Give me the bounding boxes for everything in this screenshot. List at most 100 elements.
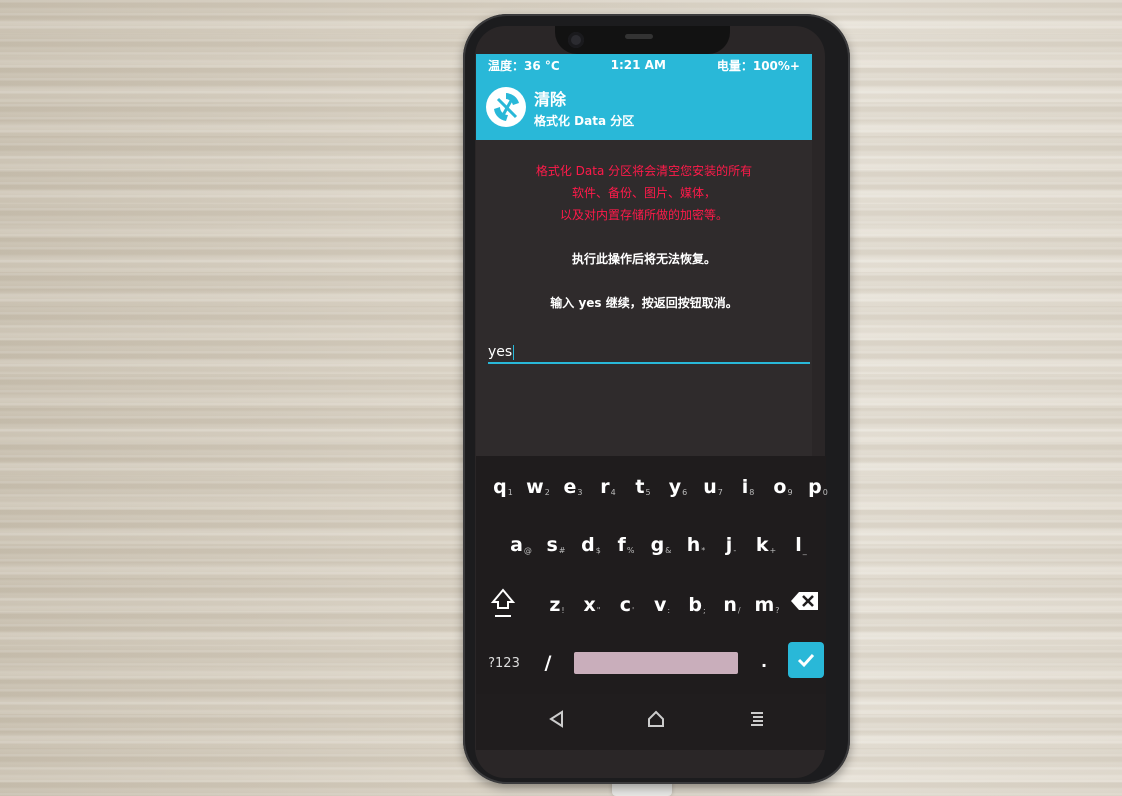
- key-label: d: [581, 534, 595, 556]
- key-label: o: [773, 476, 787, 498]
- backspace-icon: [791, 592, 818, 610]
- key-alt-label: /: [737, 606, 741, 615]
- key-n[interactable]: n/: [717, 594, 747, 616]
- key-label: y: [668, 476, 682, 498]
- shift-icon: [490, 588, 516, 617]
- back-icon: [549, 710, 563, 728]
- key-label: r: [600, 476, 610, 498]
- key-x[interactable]: x": [577, 594, 607, 616]
- key-q[interactable]: q1: [488, 476, 518, 498]
- key-w[interactable]: w2: [523, 476, 553, 498]
- key-label: e: [563, 476, 577, 498]
- confirm-input-value: yes: [488, 344, 515, 360]
- status-bar: 温度：36 °C 1:21 AM 电量：100%+: [476, 54, 812, 76]
- space-key[interactable]: [574, 652, 738, 674]
- key-c[interactable]: c': [612, 594, 642, 616]
- earpiece-speaker: [625, 34, 653, 39]
- key-alt-label: 6: [682, 488, 688, 497]
- key-j[interactable]: j-: [716, 534, 746, 556]
- key-m[interactable]: m?: [752, 594, 782, 616]
- menu-button[interactable]: [748, 710, 766, 732]
- key-label: v: [653, 594, 667, 616]
- key-alt-label: 7: [717, 488, 723, 497]
- menu-icon: [751, 712, 763, 726]
- warning-line-2: 软件、备份、图片、媒体，: [571, 186, 716, 200]
- key-alt-label: #: [558, 546, 566, 555]
- key-alt-label: 2: [544, 488, 550, 497]
- key-alt-label: ;: [702, 606, 706, 615]
- key-label: b: [688, 594, 702, 616]
- twrp-logo-icon: [486, 87, 526, 127]
- key-label: a: [510, 534, 523, 556]
- key-alt-label: !: [561, 606, 565, 615]
- key-alt-label: 3: [577, 488, 583, 497]
- key-v[interactable]: v:: [647, 594, 677, 616]
- key-alt-label: 4: [610, 488, 616, 497]
- key-z[interactable]: z!: [542, 594, 572, 616]
- front-camera: [568, 32, 584, 48]
- key-f[interactable]: f%: [611, 534, 641, 556]
- slash-key[interactable]: /: [538, 652, 558, 674]
- key-u[interactable]: u7: [698, 476, 728, 498]
- key-d[interactable]: d$: [576, 534, 606, 556]
- key-k[interactable]: k+: [751, 534, 781, 556]
- key-alt-label: -: [733, 546, 737, 555]
- home-button[interactable]: [647, 710, 665, 732]
- key-i[interactable]: i8: [733, 476, 763, 498]
- text-caret: [513, 344, 515, 360]
- key-label: s: [546, 534, 558, 556]
- key-label: k: [755, 534, 769, 556]
- key-label: i: [741, 476, 749, 498]
- key-y[interactable]: y6: [663, 476, 693, 498]
- key-l[interactable]: l_: [786, 534, 816, 556]
- key-alt-label: 0: [822, 488, 828, 497]
- key-label: j: [725, 534, 733, 556]
- key-alt-label: $: [595, 546, 601, 555]
- key-label: c: [619, 594, 632, 616]
- shift-key[interactable]: [490, 586, 516, 625]
- navigation-bar: [476, 694, 826, 750]
- key-alt-label: 1: [507, 488, 513, 497]
- key-a[interactable]: a@: [506, 534, 536, 556]
- symbols-key[interactable]: ?123: [484, 656, 524, 671]
- period-key[interactable]: .: [754, 652, 774, 671]
- key-alt-label: :: [667, 606, 671, 615]
- temperature-text: 温度：36 °C: [488, 58, 560, 73]
- key-label: m: [754, 594, 775, 616]
- page-subtitle: 格式化 Data 分区: [534, 114, 635, 128]
- page-title: 清除: [534, 90, 567, 109]
- key-label: x: [583, 594, 596, 616]
- key-label: h: [686, 534, 701, 556]
- instruction-text: 输入 yes 继续，按返回按钮取消。: [550, 296, 738, 310]
- key-label: f: [617, 534, 626, 556]
- clock-text: 1:21 AM: [610, 58, 666, 72]
- key-label: p: [808, 476, 822, 498]
- key-o[interactable]: o9: [768, 476, 798, 498]
- on-screen-keyboard: q1 w2 e3 r4 t5 y6 u7 i8 o9 p0 a@ s# d$ f% g& h* j-k+ l_ z!…: [476, 456, 828, 694]
- confirm-input[interactable]: yes: [488, 342, 810, 364]
- key-alt-label: _: [802, 546, 807, 555]
- key-label: q: [493, 476, 507, 498]
- key-label: n: [723, 594, 737, 616]
- warning-line-1: 格式化 Data 分区将会清空您安装的所有: [535, 164, 753, 178]
- backspace-key[interactable]: [790, 590, 820, 617]
- key-label: l: [795, 534, 802, 556]
- key-h[interactable]: h*: [681, 534, 711, 556]
- key-g[interactable]: g&: [646, 534, 676, 556]
- battery-text: 电量：100%+: [716, 58, 800, 73]
- key-e[interactable]: e3: [558, 476, 588, 498]
- key-p[interactable]: p0: [803, 476, 833, 498]
- key-t[interactable]: t5: [628, 476, 658, 498]
- key-alt-label: *: [701, 546, 706, 555]
- key-r[interactable]: r4: [593, 476, 623, 498]
- home-icon: [648, 710, 664, 727]
- key-alt-label: ': [632, 606, 635, 615]
- key-label: u: [703, 476, 717, 498]
- key-s[interactable]: s#: [541, 534, 571, 556]
- key-b[interactable]: b;: [682, 594, 712, 616]
- back-button[interactable]: [548, 710, 566, 732]
- key-alt-label: %: [626, 546, 635, 555]
- key-alt-label: @: [523, 546, 532, 555]
- enter-key[interactable]: [788, 642, 824, 678]
- content-area: 格式化 Data 分区将会清空您安装的所有 软件、备份、图片、媒体， 以及对内置…: [476, 140, 812, 456]
